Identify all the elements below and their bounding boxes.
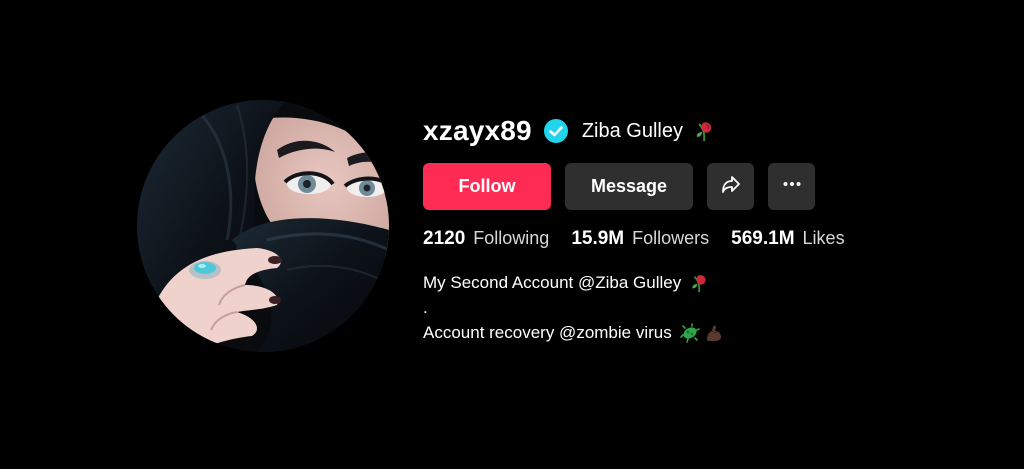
stat-label: Likes [802, 228, 845, 248]
message-button[interactable]: Message [565, 163, 693, 210]
microbe-icon [679, 322, 700, 343]
bio-text: My Second Account @Ziba Gulley [423, 273, 682, 292]
stat-label: Followers [632, 228, 710, 248]
bio-line: My Second Account @Ziba Gulley [423, 270, 845, 295]
more-icon [781, 173, 803, 200]
stat-following[interactable]: 2120 Following [423, 228, 549, 250]
wilted-rose-icon [693, 120, 715, 142]
bio-line: . [423, 295, 845, 320]
stat-label: Following [473, 228, 550, 248]
stat-likes: 569.1M Likes [731, 228, 844, 250]
avatar[interactable] [137, 100, 389, 352]
more-options-button[interactable] [768, 163, 815, 210]
bio: My Second Account @Ziba Gulley . Account… [423, 270, 845, 345]
share-icon [720, 173, 742, 200]
stat-value: 2120 [423, 228, 466, 249]
profile-header: xzayx89 Ziba Gulley Follow Message 2120 … [137, 100, 845, 352]
username: xzayx89 [423, 115, 532, 146]
verified-badge-icon [543, 119, 568, 143]
action-buttons: Follow Message [423, 163, 845, 210]
stat-value: 15.9M [571, 228, 625, 249]
avatar-image [137, 100, 389, 352]
bio-line: Account recovery @zombie virus [423, 320, 845, 345]
profile-stats: 2120 Following 15.9M Followers 569.1M Li… [423, 228, 845, 250]
profile-info: xzayx89 Ziba Gulley Follow Message 2120 … [423, 100, 845, 345]
stat-value: 569.1M [731, 228, 795, 249]
bio-text: Account recovery @zombie virus [423, 323, 672, 342]
share-button[interactable] [707, 163, 754, 210]
stat-followers[interactable]: 15.9M Followers [571, 228, 709, 250]
wilted-rose-icon [689, 273, 709, 293]
bio-text: . [423, 298, 428, 317]
display-name: Ziba Gulley [581, 119, 683, 142]
title-row: xzayx89 Ziba Gulley [423, 113, 845, 149]
flexed-biceps-icon [704, 323, 724, 343]
follow-button[interactable]: Follow [423, 163, 551, 210]
